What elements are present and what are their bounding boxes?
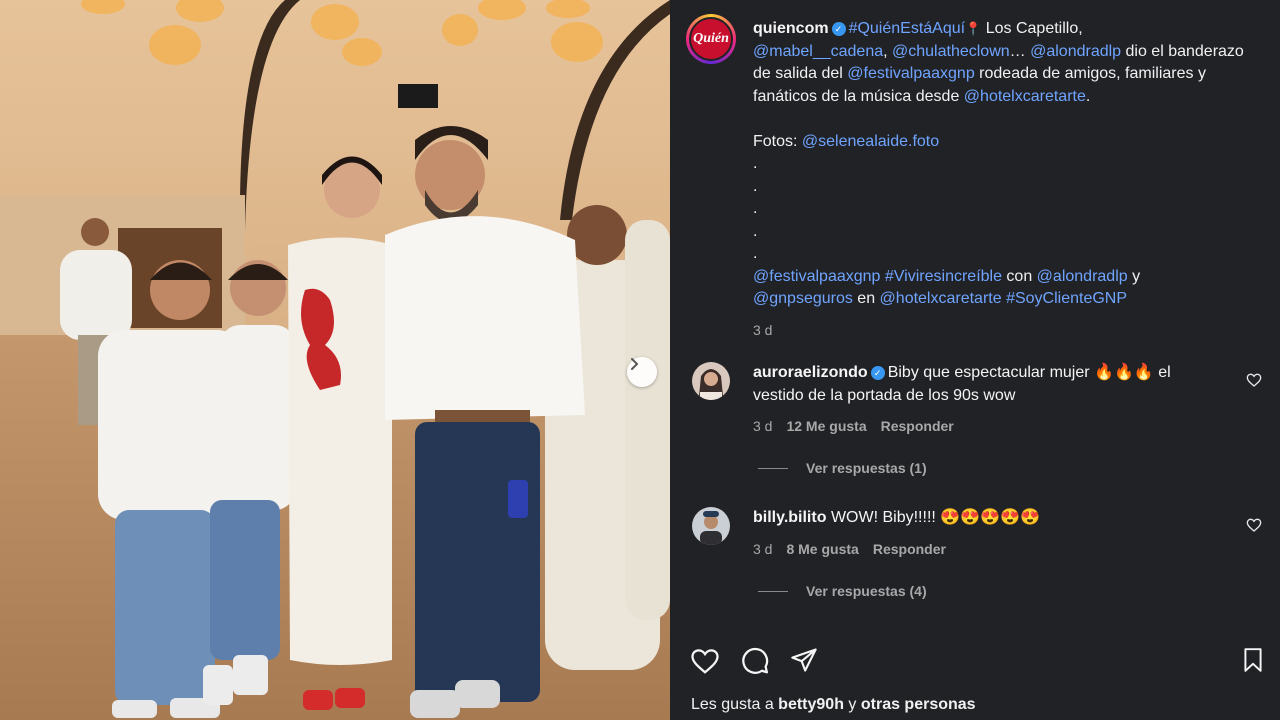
caption-text-part: Los Capetillo, [981, 20, 1083, 37]
heart-icon[interactable] [690, 646, 720, 676]
user-avatar-icon [692, 362, 730, 400]
comment-meta: 3 d 12 Me gusta Responder [753, 415, 1223, 438]
mention-link[interactable]: @chulatheclown [892, 43, 1010, 60]
avatar[interactable] [692, 507, 730, 545]
post-side-panel: Quién quiencom ✓ #QuiénEstáAquí📍 Los Capet… [670, 0, 1280, 720]
verified-icon: ✓ [831, 22, 846, 36]
caption-text-part: y [1127, 267, 1141, 285]
heart-icon[interactable] [1246, 517, 1262, 533]
caption-text-part: , [883, 42, 892, 60]
comment-likes[interactable]: 12 Me gusta [786, 418, 866, 434]
comment-icon[interactable] [740, 646, 770, 676]
comment-time[interactable]: 3 d [753, 541, 772, 557]
mention-link[interactable]: @alondradlp [1030, 43, 1121, 60]
comment-body: auroraelizondo ✓ Biby que espectacular muj… [753, 362, 1223, 438]
caption-dot: . [753, 245, 758, 262]
comment-meta: 3 d 8 Me gusta Responder [753, 538, 1223, 561]
hashtag-link[interactable]: #SoyClienteGNP [1006, 290, 1127, 307]
mention-link[interactable]: @festivalpaaxgnp [847, 65, 974, 82]
comment-username[interactable]: auroraelizondo [753, 364, 868, 381]
caption-text-part: . [1085, 87, 1091, 105]
likes-summary[interactable]: Les gusta a betty90h y otras personas [691, 696, 976, 714]
user-avatar-icon [692, 507, 730, 545]
bookmark-icon[interactable] [1240, 646, 1266, 674]
caption-dot: . [753, 222, 758, 240]
likes-user[interactable]: betty90h [778, 696, 844, 713]
pin-icon: 📍 [965, 21, 982, 36]
comment: billy.bilito WOW! Biby!!!!! 😍😍😍😍😍 3 d 8 M… [692, 507, 1262, 567]
comment-likes[interactable]: 8 Me gusta [786, 541, 858, 557]
verified-icon: ✓ [870, 366, 885, 380]
view-replies-label: Ver respuestas (4) [806, 583, 927, 599]
avatar[interactable] [692, 362, 730, 400]
mention-link[interactable]: @selenealaide.foto [802, 133, 939, 150]
mention-link[interactable]: @hotelxcaretarte [964, 88, 1086, 105]
replies-divider [758, 590, 788, 592]
likes-prefix: Les gusta a [691, 696, 779, 713]
mention-link[interactable]: @mabel__cadena [753, 43, 883, 60]
comment-username[interactable]: billy.bilito [753, 509, 826, 526]
reply-button[interactable]: Responder [873, 541, 946, 557]
post-actions [690, 646, 1270, 676]
reply-button[interactable]: Responder [881, 418, 954, 434]
likes-others[interactable]: otras personas [861, 696, 976, 713]
send-icon[interactable] [790, 646, 818, 674]
comment-body: billy.bilito WOW! Biby!!!!! 😍😍😍😍😍 3 d 8 M… [753, 507, 1223, 560]
mention-link[interactable]: @alondradlp [1037, 268, 1128, 285]
caption-username[interactable]: quiencom [753, 20, 829, 37]
comment-time[interactable]: 3 d [753, 418, 772, 434]
caption-text-part: Fotos: [753, 132, 802, 150]
chevron-right-icon [631, 358, 638, 370]
post-timestamp[interactable]: 3 d [753, 319, 1253, 342]
hashtag-link[interactable]: #Viviresincreíble [885, 268, 1002, 285]
avatar-logo: Quién [689, 17, 733, 61]
next-photo-button[interactable] [627, 357, 657, 387]
account-avatar[interactable]: Quién [686, 14, 736, 64]
caption-text: quiencom ✓ #QuiénEstáAquí📍 Los Capetillo, … [753, 18, 1253, 341]
post-photo[interactable] [0, 0, 670, 720]
caption-text-part: con [1001, 267, 1037, 285]
view-replies-button[interactable]: Ver respuestas (4) [758, 583, 927, 599]
replies-divider [758, 467, 788, 469]
caption-dot: . [753, 177, 758, 195]
view-replies-label: Ver respuestas (1) [806, 460, 927, 476]
likes-middle: y [843, 696, 861, 713]
photo-illustration [0, 0, 670, 720]
view-replies-button[interactable]: Ver respuestas (1) [758, 460, 927, 476]
heart-icon[interactable] [1246, 372, 1262, 388]
mention-link[interactable]: @gnpseguros [753, 290, 853, 307]
caption-text-part: en [852, 290, 880, 307]
comment: auroraelizondo ✓ Biby que espectacular muj… [692, 362, 1262, 442]
comment-text: WOW! Biby!!!!! 😍😍😍😍😍 [830, 509, 1040, 526]
caption-dot: . [753, 155, 758, 172]
mention-link[interactable]: @festivalpaaxgnp [753, 268, 880, 285]
mention-link[interactable]: @hotelxcaretarte [880, 290, 1002, 307]
caption-dot: . [753, 200, 758, 217]
caption-text-part: … [1009, 42, 1031, 60]
hashtag-link[interactable]: #QuiénEstáAquí [849, 20, 966, 37]
